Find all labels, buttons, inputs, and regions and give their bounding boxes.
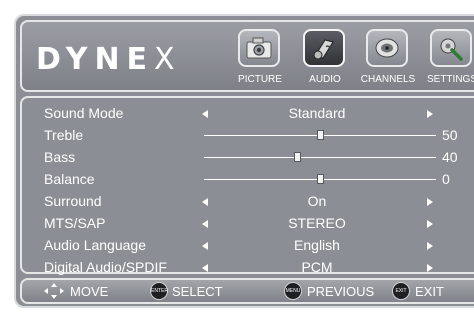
treble-row[interactable]: Treble 50 bbox=[22, 125, 474, 147]
settings-icon bbox=[440, 38, 463, 61]
audio-icon-box bbox=[303, 29, 345, 67]
button-hints-bar: MOVE ENTER SELECT MENU PREVIOUS EXIT EXI… bbox=[20, 278, 474, 304]
sound-mode-label: Sound Mode bbox=[44, 105, 124, 121]
mts-sap-label: MTS/SAP bbox=[44, 215, 106, 231]
logo-text: DYNE bbox=[36, 42, 155, 77]
tab-picture-label: PICTURE bbox=[238, 74, 282, 85]
audio-icon bbox=[313, 39, 334, 60]
exit-button-icon: EXIT bbox=[392, 282, 410, 300]
balance-label: Balance bbox=[44, 171, 95, 187]
enter-button-icon: ENTER bbox=[150, 282, 168, 300]
menu-button-icon: MENU bbox=[284, 282, 302, 300]
right-arrow-icon[interactable] bbox=[427, 220, 433, 228]
tab-picture[interactable]: PICTURE bbox=[227, 26, 293, 88]
menu-header: DYNEX PICTURE AUDIO CHANNELS SETTINGS bbox=[20, 20, 474, 92]
left-arrow-icon[interactable] bbox=[202, 220, 208, 228]
sound-mode-value: Standard bbox=[288, 105, 346, 121]
logo-mark: X bbox=[154, 42, 182, 77]
left-arrow-icon[interactable] bbox=[202, 110, 208, 118]
bass-label: Bass bbox=[44, 149, 76, 165]
tab-channels-label: CHANNELS bbox=[360, 74, 416, 85]
tab-audio-label: AUDIO bbox=[309, 74, 341, 85]
tab-channels[interactable]: CHANNELS bbox=[355, 26, 421, 88]
left-arrow-icon[interactable] bbox=[202, 242, 208, 250]
treble-label: Treble bbox=[44, 127, 84, 143]
balance-row[interactable]: Balance 0 bbox=[22, 169, 474, 191]
right-arrow-icon[interactable] bbox=[427, 264, 433, 272]
right-arrow-icon[interactable] bbox=[427, 198, 433, 206]
exit-label: EXIT bbox=[415, 284, 444, 299]
mts-sap-row[interactable]: MTS/SAP STEREO bbox=[22, 213, 474, 235]
treble-value: 50 bbox=[442, 127, 458, 143]
tab-audio[interactable]: AUDIO bbox=[292, 26, 358, 88]
left-arrow-icon[interactable] bbox=[202, 198, 208, 206]
audio-settings-list: Sound Mode Standard Treble 50 Bass 40 Ba… bbox=[20, 96, 474, 275]
balance-slider-thumb[interactable] bbox=[317, 174, 324, 184]
settings-icon-box bbox=[430, 29, 472, 67]
right-arrow-icon[interactable] bbox=[427, 242, 433, 250]
left-arrow-icon[interactable] bbox=[202, 264, 208, 272]
surround-row[interactable]: Surround On bbox=[22, 191, 474, 213]
picture-icon-box bbox=[238, 29, 280, 67]
surround-label: Surround bbox=[44, 193, 102, 209]
bass-value: 40 bbox=[442, 149, 458, 165]
move-label: MOVE bbox=[70, 284, 109, 299]
tab-settings[interactable]: SETTINGS bbox=[419, 26, 474, 88]
select-label: SELECT bbox=[172, 284, 223, 299]
tab-settings-label: SETTINGS bbox=[426, 74, 474, 85]
previous-label: PREVIOUS bbox=[307, 284, 375, 299]
bass-slider-thumb[interactable] bbox=[293, 152, 301, 162]
treble-slider-thumb[interactable] bbox=[317, 130, 324, 140]
bass-row[interactable]: Bass 40 bbox=[22, 147, 474, 169]
channels-icon bbox=[375, 38, 399, 58]
digital-audio-row[interactable]: Digital Audio/SPDIF PCM bbox=[22, 257, 474, 279]
audio-language-label: Audio Language bbox=[44, 237, 146, 253]
balance-value: 0 bbox=[442, 171, 450, 187]
picture-icon bbox=[246, 37, 272, 59]
audio-language-row[interactable]: Audio Language English bbox=[22, 235, 474, 257]
dpad-icon bbox=[44, 283, 64, 299]
digital-audio-value: PCM bbox=[301, 259, 333, 275]
sound-mode-row[interactable]: Sound Mode Standard bbox=[22, 103, 474, 125]
mts-sap-value: STEREO bbox=[288, 215, 346, 231]
audio-menu-panel: DYNEX PICTURE AUDIO CHANNELS SETTINGS So… bbox=[14, 14, 474, 308]
surround-value: On bbox=[307, 193, 327, 209]
dynex-logo: DYNEX bbox=[36, 42, 182, 77]
right-arrow-icon[interactable] bbox=[427, 110, 433, 118]
bass-slider-track[interactable] bbox=[204, 157, 436, 158]
channels-icon-box bbox=[366, 29, 408, 67]
digital-audio-label: Digital Audio/SPDIF bbox=[44, 259, 167, 275]
audio-language-value: English bbox=[294, 237, 340, 253]
